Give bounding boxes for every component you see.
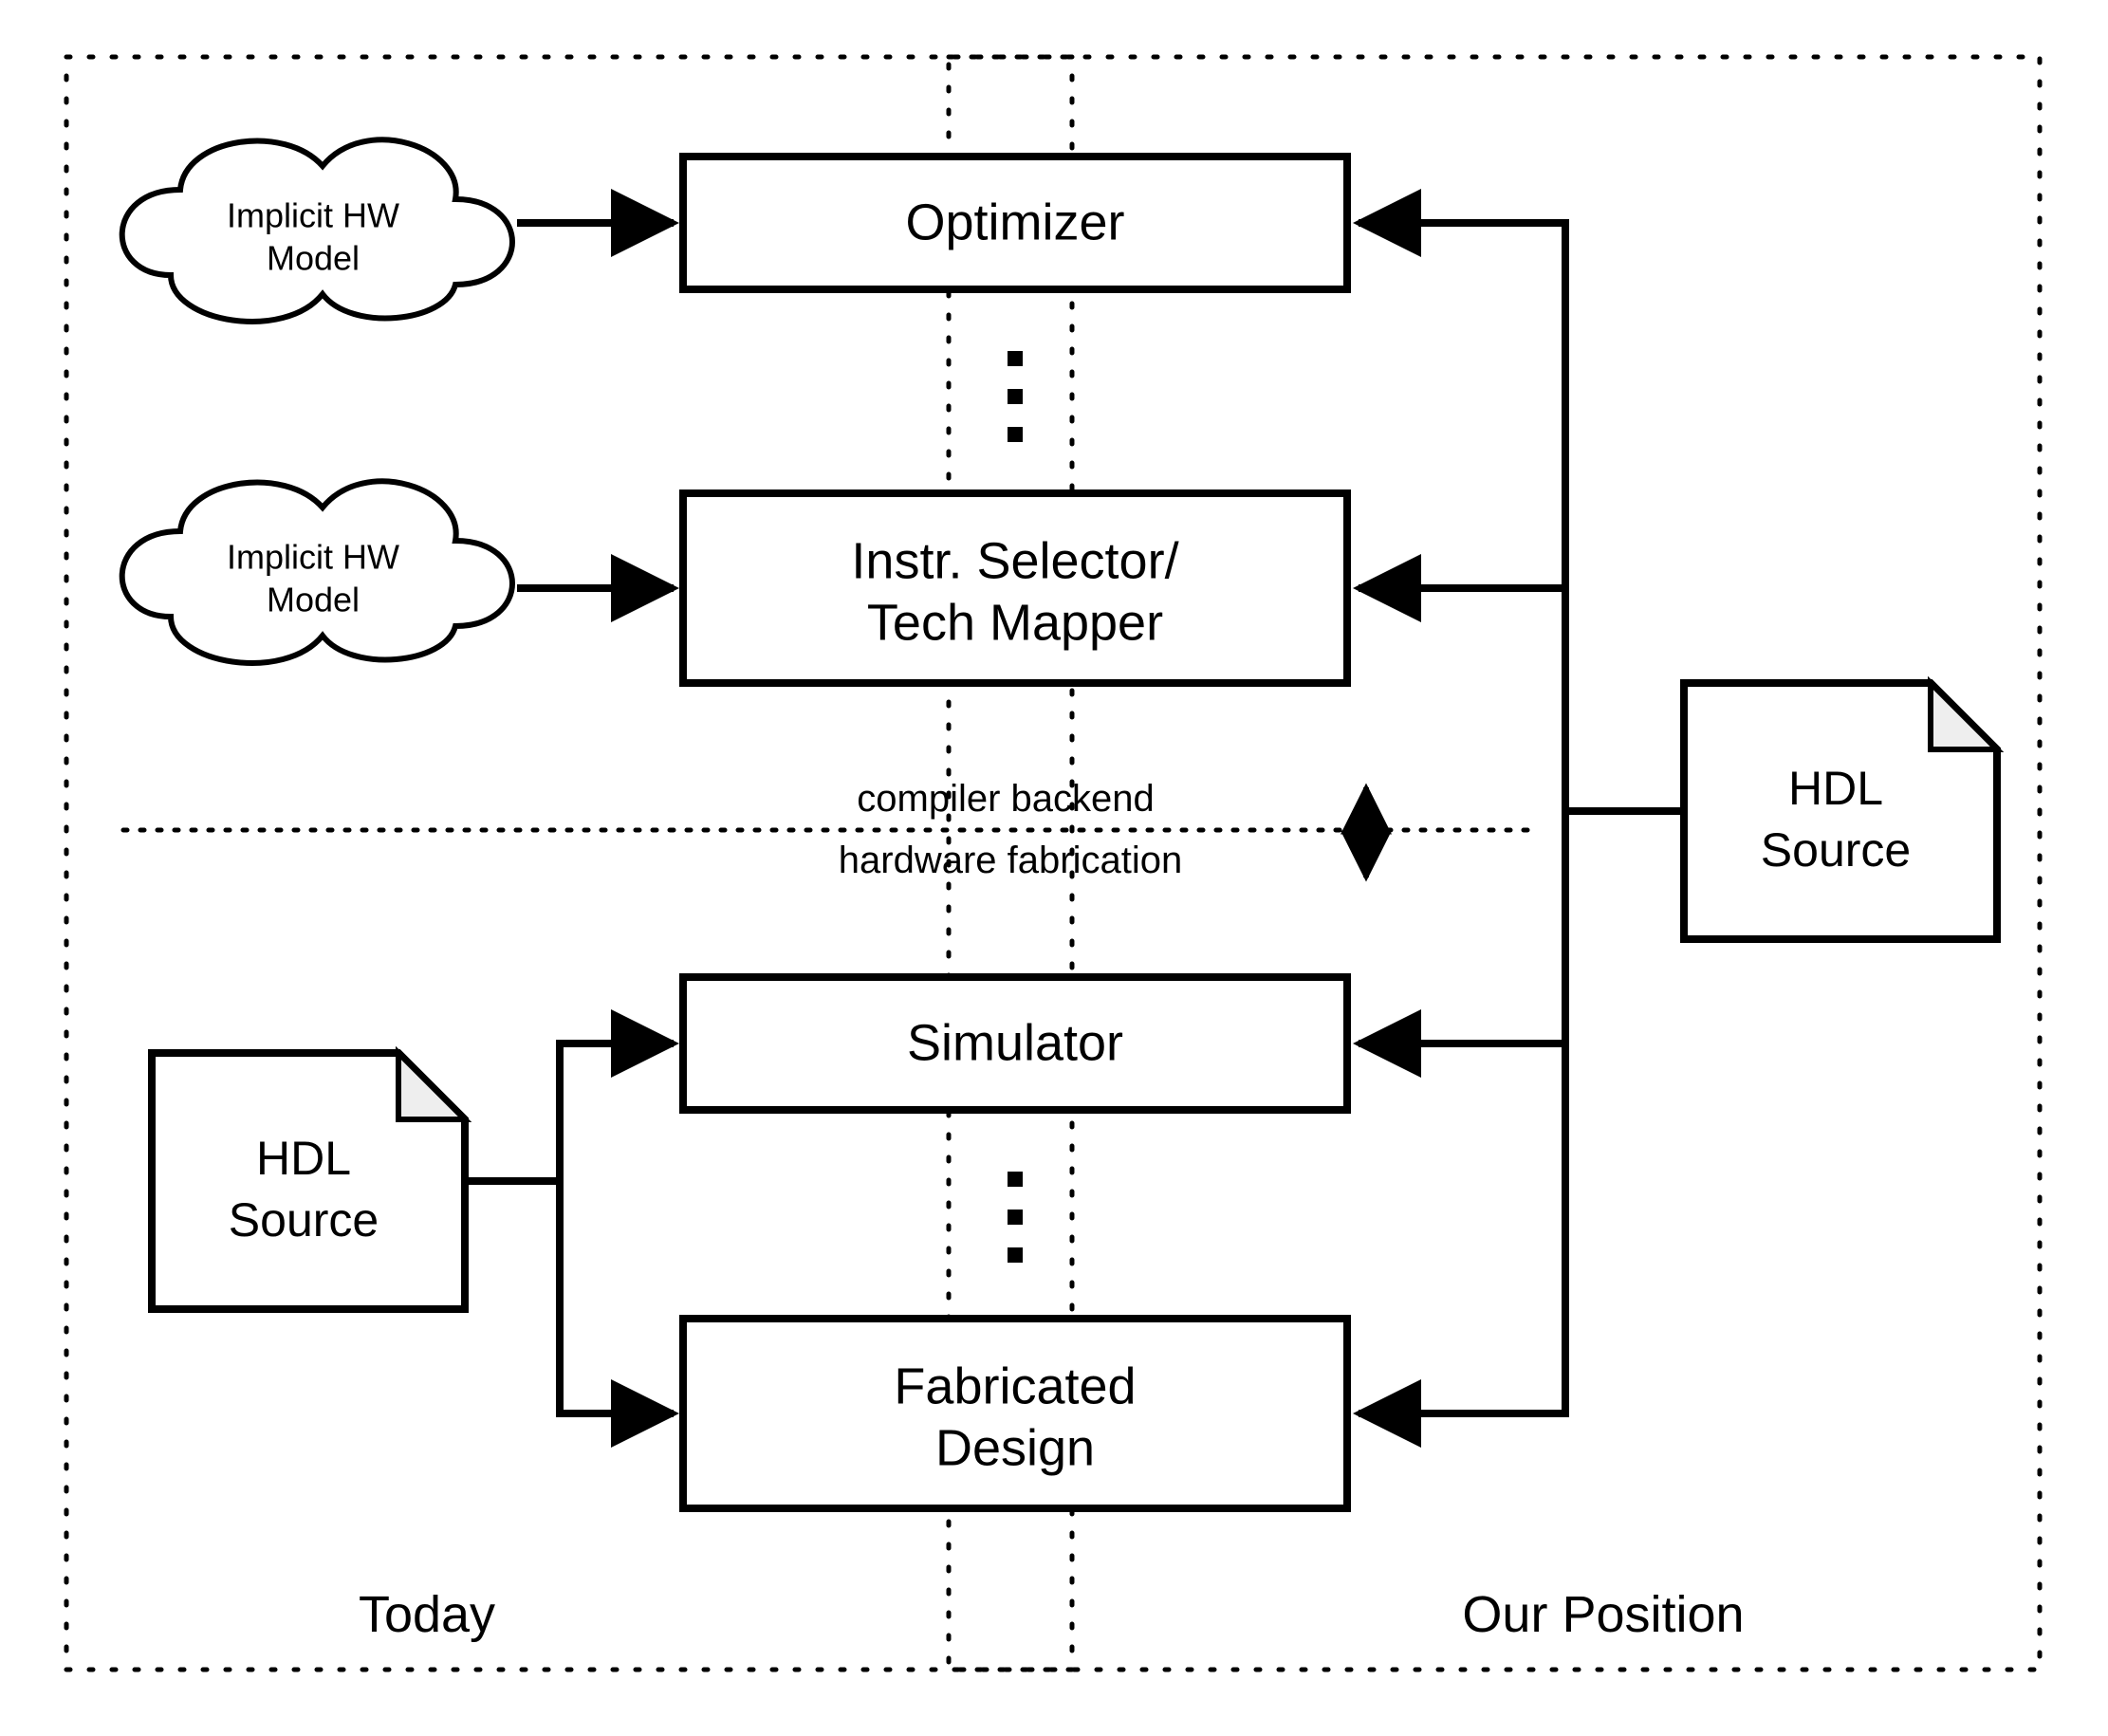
vertical-ellipsis-2 xyxy=(1008,1172,1023,1263)
fab-label-2: Design xyxy=(935,1419,1095,1476)
separator-label-bottom: hardware fabrication xyxy=(839,840,1182,881)
arrow-hdldoc-simulator xyxy=(465,1043,674,1181)
cloud-implicit-hw-1: Implicit HW Model xyxy=(122,139,512,322)
vertical-ellipsis-1 xyxy=(1008,351,1023,442)
separator-label-top: compiler backend xyxy=(857,778,1155,820)
arrow-hdldoc-fabricated xyxy=(560,1181,674,1413)
doc-hdl-left: HDL Source xyxy=(152,1053,465,1309)
cloud2-label-2: Model xyxy=(267,581,360,619)
box-simulator: Simulator xyxy=(683,977,1347,1110)
fab-label-1: Fabricated xyxy=(894,1357,1136,1414)
box-optimizer: Optimizer xyxy=(683,157,1347,289)
arrow-right-fabricated xyxy=(1359,1043,1565,1413)
cloud1-label-1: Implicit HW xyxy=(227,196,399,235)
cloud2-label-1: Implicit HW xyxy=(227,538,399,577)
doc-right-label-2: Source xyxy=(1761,823,1911,877)
cloud1-label-2: Model xyxy=(267,239,360,278)
doc-left-label-1: HDL xyxy=(256,1132,351,1185)
simulator-label: Simulator xyxy=(907,1014,1123,1071)
doc-right-label-1: HDL xyxy=(1788,762,1883,815)
optimizer-label: Optimizer xyxy=(905,194,1124,250)
doc-left-label-2: Source xyxy=(229,1193,379,1247)
box-fabricated: Fabricated Design xyxy=(683,1319,1347,1508)
group-label-today: Today xyxy=(359,1586,495,1643)
selector-label-2: Tech Mapper xyxy=(867,594,1163,651)
doc-hdl-right: HDL Source xyxy=(1684,683,1997,939)
separator: compiler backend hardware fabrication xyxy=(123,778,1527,881)
selector-label-1: Instr. Selector/ xyxy=(851,532,1178,589)
arrow-right-simulator xyxy=(1359,811,1565,1043)
group-label-our-position: Our Position xyxy=(1462,1586,1744,1643)
cloud-implicit-hw-2: Implicit HW Model xyxy=(122,481,512,663)
box-selector: Instr. Selector/ Tech Mapper xyxy=(683,493,1347,683)
arrow-right-optimizer xyxy=(1359,223,1565,811)
diagram-canvas: Today Our Position Implicit HW Model Imp… xyxy=(0,0,2108,1736)
